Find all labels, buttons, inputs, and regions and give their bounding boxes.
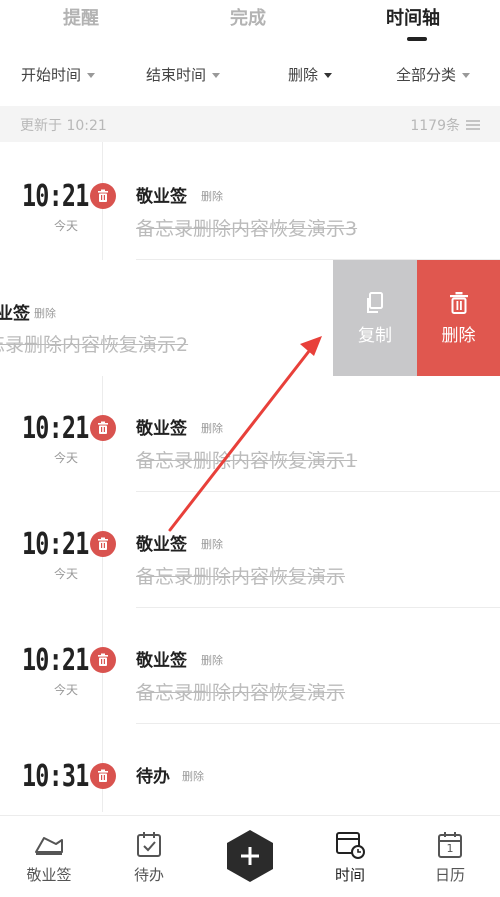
active-tab-indicator <box>407 37 427 41</box>
category-filter-label: 全部分类 <box>396 66 457 84</box>
end-time-label: 结束时间 <box>146 66 207 84</box>
chevron-down-icon <box>462 73 471 78</box>
list-icon <box>466 119 480 131</box>
trash-icon <box>90 763 116 789</box>
trash-icon <box>90 531 116 557</box>
item-time: 10:31 <box>22 759 89 794</box>
item-tag: 删除 <box>201 190 223 203</box>
filter-bar: 开始时间 结束时间 删除 全部分类 <box>0 56 500 96</box>
app-root: 提醒 完成 时间轴 开始时间 结束时间 删除 全部分类 更新于 10:21 11… <box>0 0 500 897</box>
item-time: 10:21 <box>22 411 89 446</box>
timeline-icon <box>336 832 365 859</box>
plus-icon <box>227 830 273 882</box>
nav-label: 时间 <box>334 866 365 884</box>
calendar-icon: 1 <box>435 830 465 860</box>
item-title: 待办 <box>136 767 170 787</box>
nav-label: 待办 <box>133 866 164 884</box>
nav-item-timeline[interactable]: 时间 <box>310 830 390 885</box>
item-title: 敬业签 <box>136 187 187 207</box>
nav-item-notes[interactable]: 敬业签 <box>9 830 89 885</box>
chevron-down-icon <box>212 73 221 78</box>
timeline-item[interactable]: 10:21 今天 敬业签 删除 备忘录删除内容恢复演示 <box>0 608 500 724</box>
item-title: 敬业签 <box>136 651 187 671</box>
status-bar: 更新于 10:21 1179条 <box>0 106 500 142</box>
item-tag: 删除 <box>182 770 204 783</box>
add-button[interactable] <box>222 828 278 884</box>
item-tag: 删除 <box>201 422 223 435</box>
tab-timeline[interactable]: 时间轴 <box>386 4 440 30</box>
nav-label: 日历 <box>434 866 465 884</box>
trash-icon <box>90 183 116 209</box>
updated-time: 更新于 10:21 <box>20 118 107 134</box>
tab-completed[interactable]: 完成 <box>230 4 266 30</box>
item-day: 今天 <box>54 219 79 233</box>
swiped-timeline-item[interactable]: 业签 删除 忘录删除内容恢复演示2 复制 删除 <box>0 260 500 376</box>
deleted-filter[interactable]: 删除 <box>288 64 333 85</box>
copy-button[interactable]: 复制 <box>333 260 417 376</box>
item-content: 备忘录删除内容恢复演示 <box>136 682 346 704</box>
item-time: 10:21 <box>22 643 89 678</box>
item-title: 敬业签 <box>136 419 187 439</box>
start-time-label: 开始时间 <box>21 66 82 84</box>
chevron-down-icon <box>87 73 96 78</box>
item-day: 今天 <box>54 567 79 581</box>
item-content: 忘录删除内容恢复演示2 <box>0 334 189 356</box>
timeline-item[interactable]: 10:21 今天 敬业签 删除 备忘录删除内容恢复演示3 <box>0 144 500 260</box>
trash-icon <box>90 415 116 441</box>
item-time: 10:21 <box>22 179 89 214</box>
item-content: 备忘录删除内容恢复演示 <box>136 566 346 588</box>
top-tabs: 提醒 完成 时间轴 <box>0 0 500 48</box>
shoe-icon <box>35 837 63 855</box>
copy-label: 复制 <box>358 325 392 346</box>
item-count[interactable]: 1179条 <box>410 115 480 135</box>
item-tag: 删除 <box>201 538 223 551</box>
item-time: 10:21 <box>22 527 89 562</box>
item-title: 业签 <box>0 304 30 324</box>
trash-icon <box>449 291 468 314</box>
copy-icon <box>367 291 383 313</box>
item-content: 备忘录删除内容恢复演示1 <box>136 450 358 472</box>
nav-label: 敬业签 <box>26 866 72 884</box>
item-day: 今天 <box>54 451 79 465</box>
item-tag: 删除 <box>34 307 56 320</box>
deleted-filter-label: 删除 <box>288 66 319 84</box>
bottom-nav: 敬业签 待办 时间 1 日历 <box>0 815 500 897</box>
timeline-item[interactable]: 10:21 今天 敬业签 删除 备忘录删除内容恢复演示 <box>0 492 500 608</box>
start-time-filter[interactable]: 开始时间 <box>21 64 96 85</box>
item-count-label: 1179条 <box>410 118 460 134</box>
calendar-day: 1 <box>446 842 454 855</box>
item-day: 今天 <box>54 683 79 697</box>
nav-item-calendar[interactable]: 1 日历 <box>410 830 490 885</box>
tab-reminders[interactable]: 提醒 <box>63 4 99 30</box>
trash-icon <box>90 647 116 673</box>
delete-button[interactable]: 删除 <box>417 260 500 376</box>
timeline-item[interactable]: 10:21 今天 敬业签 删除 备忘录删除内容恢复演示1 <box>0 376 500 492</box>
category-filter[interactable]: 全部分类 <box>396 64 471 85</box>
delete-label: 删除 <box>441 325 476 346</box>
nav-item-todo[interactable]: 待办 <box>109 830 189 885</box>
timeline-item[interactable]: 10:31 待办 删除 <box>0 724 500 815</box>
chevron-down-icon <box>324 73 333 78</box>
todo-icon <box>137 832 161 857</box>
end-time-filter[interactable]: 结束时间 <box>146 64 221 85</box>
item-title: 敬业签 <box>136 535 187 555</box>
item-content: 备忘录删除内容恢复演示3 <box>136 218 358 240</box>
item-tag: 删除 <box>201 654 223 667</box>
